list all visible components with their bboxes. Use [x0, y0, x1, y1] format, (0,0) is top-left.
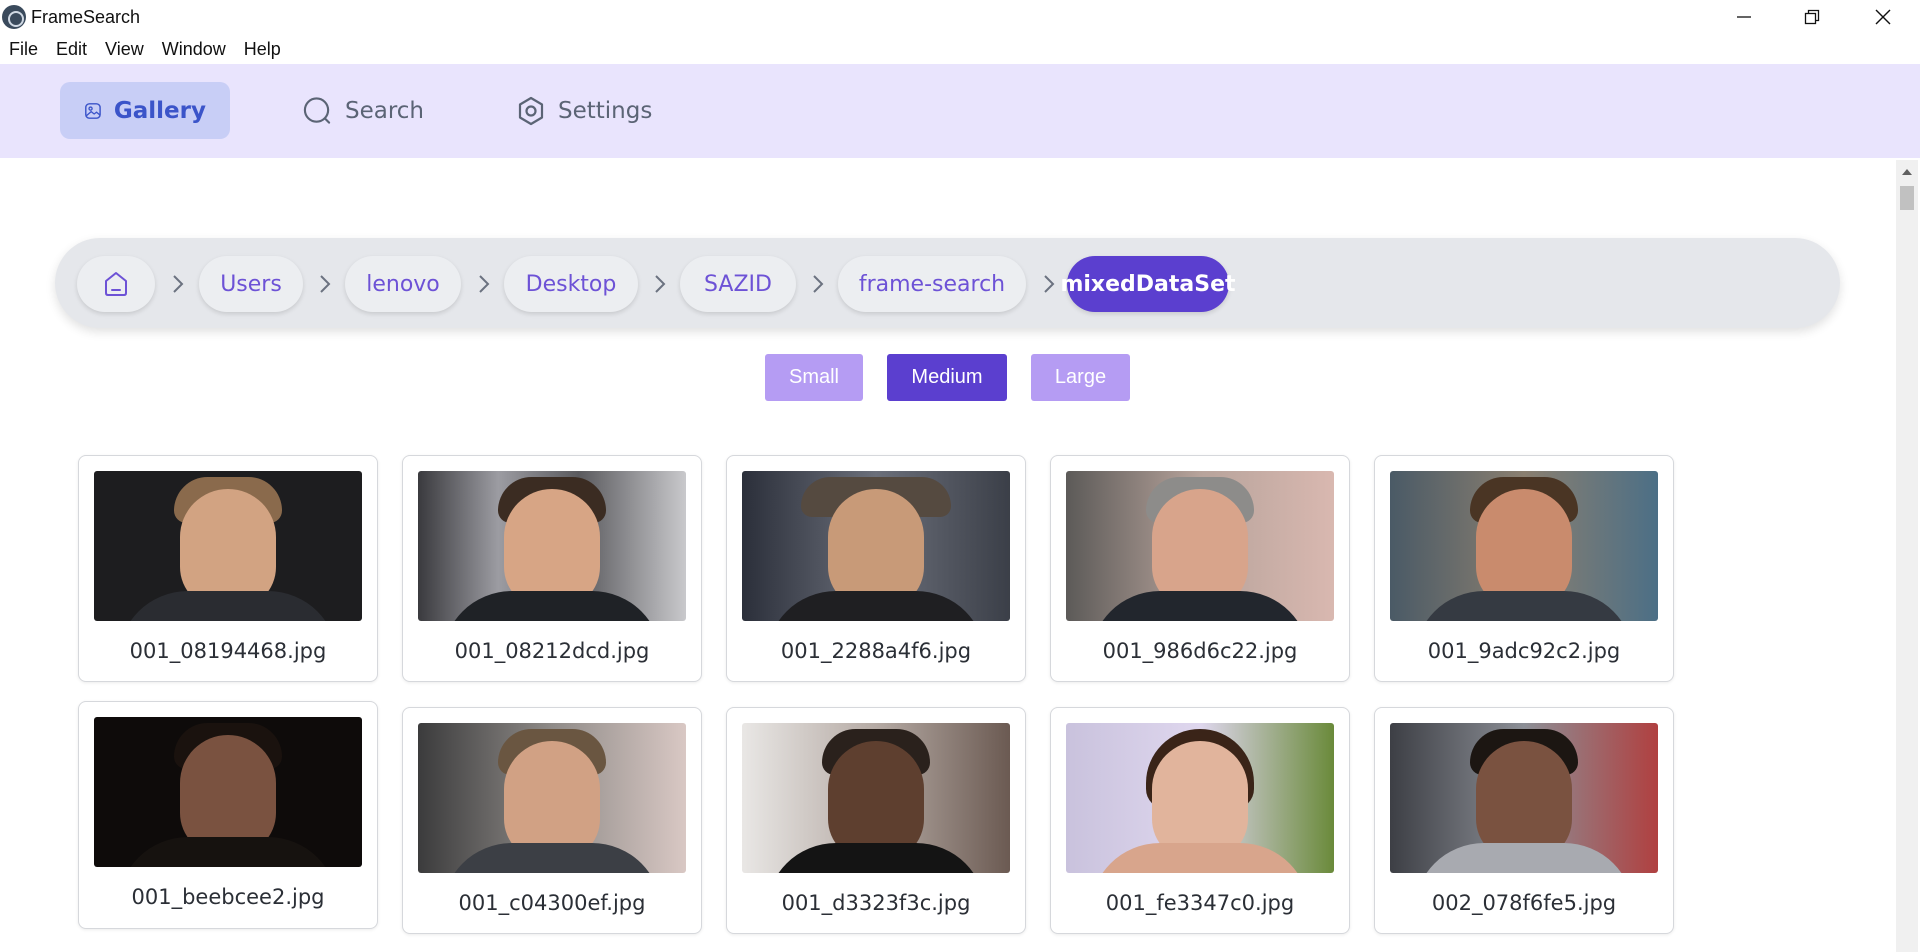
chevron-right-icon [1044, 275, 1055, 293]
breadcrumb-item-frame-search[interactable]: frame-search [838, 256, 1026, 312]
restore-button[interactable] [1782, 0, 1842, 34]
thumbnail-image [1390, 723, 1658, 873]
image-filename: 001_2288a4f6.jpg [780, 639, 972, 663]
close-button[interactable] [1853, 0, 1913, 34]
menu-window[interactable]: Window [162, 39, 226, 60]
thumbnail-image [742, 723, 1010, 873]
gallery-card[interactable]: 001_08212dcd.jpg [402, 455, 702, 682]
scrollbar-thumb[interactable] [1900, 186, 1914, 210]
minimize-button[interactable] [1714, 0, 1774, 34]
settings-icon [518, 96, 544, 125]
size-small-button[interactable]: Small [765, 354, 863, 401]
gallery-card[interactable]: 001_c04300ef.jpg [402, 707, 702, 934]
tab-gallery[interactable]: Gallery [60, 82, 230, 139]
gallery-card[interactable]: 001_08194468.jpg [78, 455, 378, 682]
size-medium-button[interactable]: Medium [887, 354, 1007, 401]
gallery-card[interactable]: 001_986d6c22.jpg [1050, 455, 1350, 682]
title-bar: FrameSearch [0, 0, 1920, 34]
thumbnail-image [418, 723, 686, 873]
minimize-icon [1737, 16, 1751, 18]
chevron-right-icon [655, 275, 666, 293]
image-filename: 001_08212dcd.jpg [454, 639, 650, 663]
top-nav: Gallery Search Settings [0, 64, 1920, 158]
tab-settings[interactable]: Settings [492, 82, 682, 139]
menu-view[interactable]: View [105, 39, 144, 60]
breadcrumb-item-sazid[interactable]: SAZID [680, 256, 796, 312]
app-logo-icon [2, 5, 26, 29]
breadcrumb-item-desktop[interactable]: Desktop [504, 256, 638, 312]
thumbnail-image [94, 471, 362, 621]
app-title: FrameSearch [31, 7, 141, 27]
gallery-card[interactable]: 001_d3323f3c.jpg [726, 707, 1026, 934]
thumbnail-image [742, 471, 1010, 621]
breadcrumb-home[interactable] [77, 256, 155, 312]
thumbnail-image [1066, 723, 1334, 873]
menu-help[interactable]: Help [244, 39, 281, 60]
chevron-right-icon [320, 275, 331, 293]
breadcrumb: Users lenovo Desktop SAZID frame-search … [55, 238, 1840, 328]
tab-settings-label: Settings [558, 97, 653, 124]
breadcrumb-item-users[interactable]: Users [199, 256, 303, 312]
home-icon [105, 272, 127, 296]
menu-bar: File Edit View Window Help [0, 34, 299, 64]
size-large-button[interactable]: Large [1031, 354, 1130, 401]
thumbnail-image [94, 717, 362, 867]
image-filename: 001_986d6c22.jpg [1102, 639, 1298, 663]
restore-icon [1804, 9, 1820, 25]
gallery-card[interactable]: 002_078f6fe5.jpg [1374, 707, 1674, 934]
close-icon [1875, 9, 1891, 25]
image-filename: 001_fe3347c0.jpg [1105, 891, 1295, 915]
gallery-icon [85, 102, 101, 119]
image-filename: 001_c04300ef.jpg [458, 891, 646, 915]
chevron-right-icon [479, 275, 490, 293]
chevron-right-icon [173, 275, 184, 293]
menu-file[interactable]: File [9, 39, 38, 60]
gallery-card[interactable]: 001_2288a4f6.jpg [726, 455, 1026, 682]
thumbnail-image [1390, 471, 1658, 621]
gallery-card[interactable]: 001_beebcee2.jpg [78, 701, 378, 929]
image-filename: 001_d3323f3c.jpg [781, 891, 971, 915]
image-filename: 001_9adc92c2.jpg [1427, 639, 1621, 663]
tab-search-label: Search [344, 97, 424, 124]
tab-search[interactable]: Search [278, 82, 448, 139]
breadcrumb-item-lenovo[interactable]: lenovo [345, 256, 461, 312]
image-filename: 001_08194468.jpg [129, 639, 327, 663]
image-filename: 001_beebcee2.jpg [131, 885, 325, 909]
menu-edit[interactable]: Edit [56, 39, 87, 60]
thumbnail-image [418, 471, 686, 621]
gallery-card[interactable]: 001_fe3347c0.jpg [1050, 707, 1350, 934]
search-icon [303, 96, 331, 124]
image-filename: 002_078f6fe5.jpg [1431, 891, 1617, 915]
chevron-right-icon [813, 275, 824, 293]
scroll-up-arrow-icon[interactable] [1900, 166, 1914, 178]
breadcrumb-item-current[interactable]: mixedDataSet [1060, 256, 1236, 312]
thumbnail-image [1066, 471, 1334, 621]
gallery-card[interactable]: 001_9adc92c2.jpg [1374, 455, 1674, 682]
tab-gallery-label: Gallery [113, 97, 206, 124]
vertical-scrollbar[interactable] [1896, 160, 1918, 952]
